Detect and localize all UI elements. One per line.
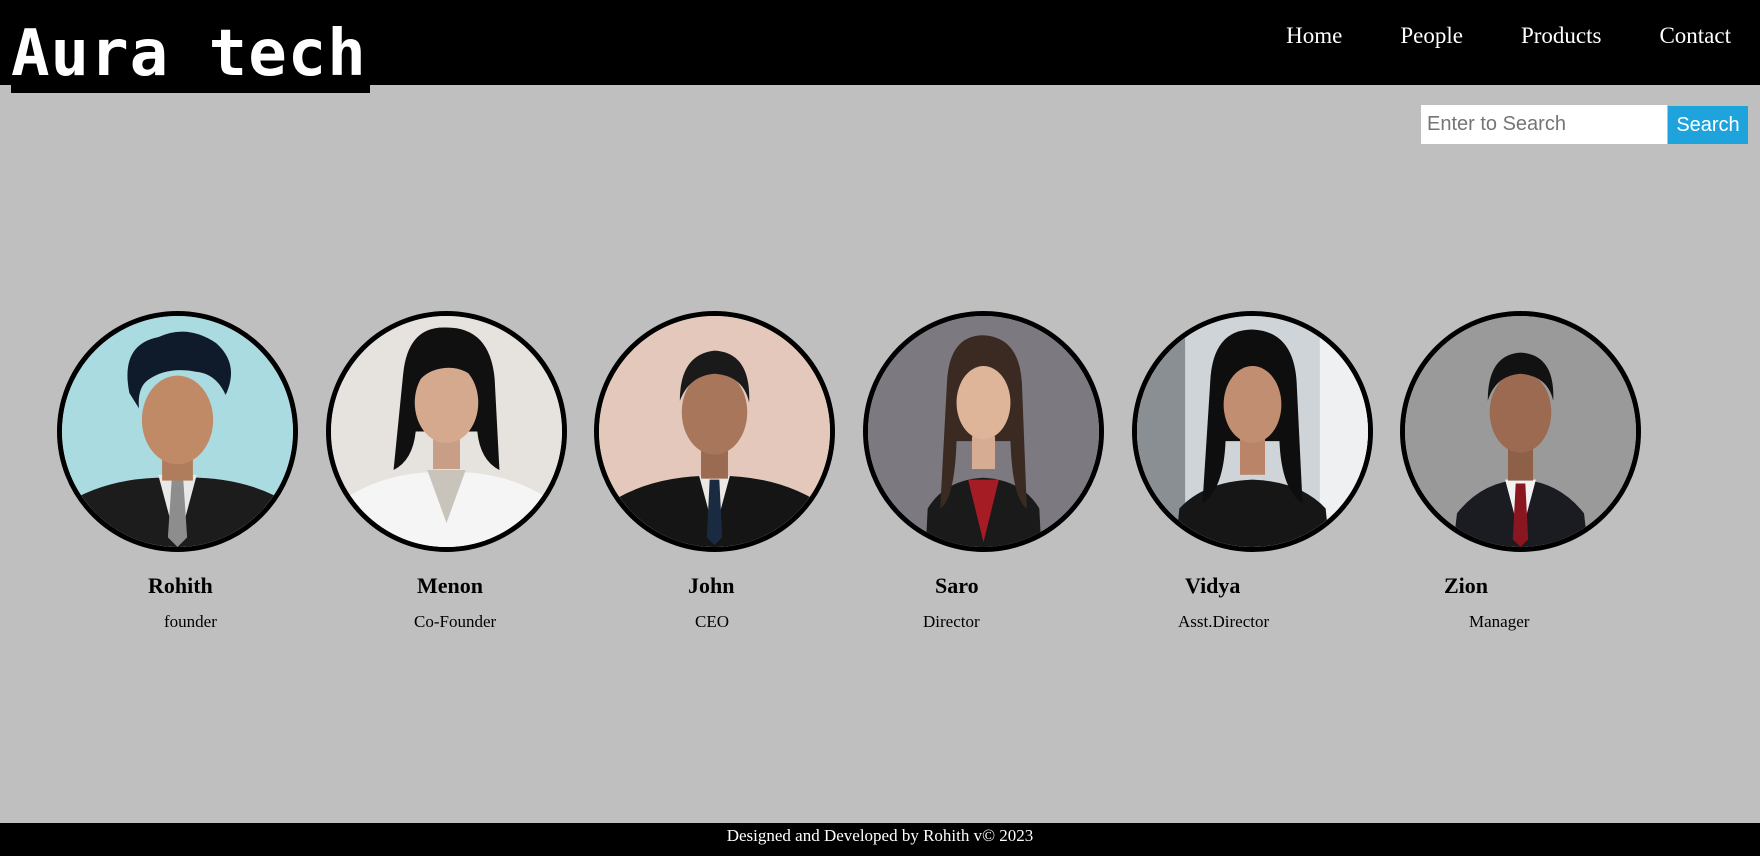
person-photo [1132,311,1373,552]
person-photo [57,311,298,552]
people-gallery: Rohith founder Menon Co-Founder John CEO… [57,311,1657,641]
person-role: CEO [695,612,729,631]
person-name: Rohith [148,573,213,598]
person-photo [1400,311,1641,552]
person-role: Director [923,612,980,631]
nav-people-link[interactable]: People [1400,22,1463,50]
person-name: Zion [1444,573,1489,598]
person-photo [326,311,567,552]
person-role: Co-Founder [414,612,497,631]
person-role: founder [164,612,217,631]
person-role: Manager [1469,612,1530,631]
search-button[interactable]: Search [1668,106,1748,144]
nav-home-link[interactable]: Home [1286,22,1342,50]
person-card: Vidya Asst.Director [1132,311,1373,641]
main-nav: Home People Products Contact [1286,22,1731,50]
search-input[interactable] [1421,105,1667,144]
person-photo [594,311,835,552]
nav-products-link[interactable]: Products [1521,22,1602,50]
person-card: Saro Director [863,311,1104,641]
person-name: Vidya [1185,573,1241,598]
site-footer: Designed and Developed by Rohith v© 2023 [0,823,1760,856]
person-card: Zion Manager [1400,311,1641,641]
site-logo: Aura tech [11,16,370,93]
site-header: Aura tech Home People Products Contact [0,0,1760,93]
person-name: Saro [935,573,979,598]
person-card: Menon Co-Founder [326,311,567,641]
footer-credit: Designed and Developed by Rohith v© 2023 [726,826,1034,845]
nav-contact-link[interactable]: Contact [1659,22,1731,50]
person-card: John CEO [594,311,835,641]
person-card: Rohith founder [57,311,298,641]
search-bar: Search [1421,105,1748,144]
person-name: Menon [417,573,483,598]
person-name: John [688,573,735,598]
person-photo [863,311,1104,552]
person-role: Asst.Director [1178,612,1270,631]
